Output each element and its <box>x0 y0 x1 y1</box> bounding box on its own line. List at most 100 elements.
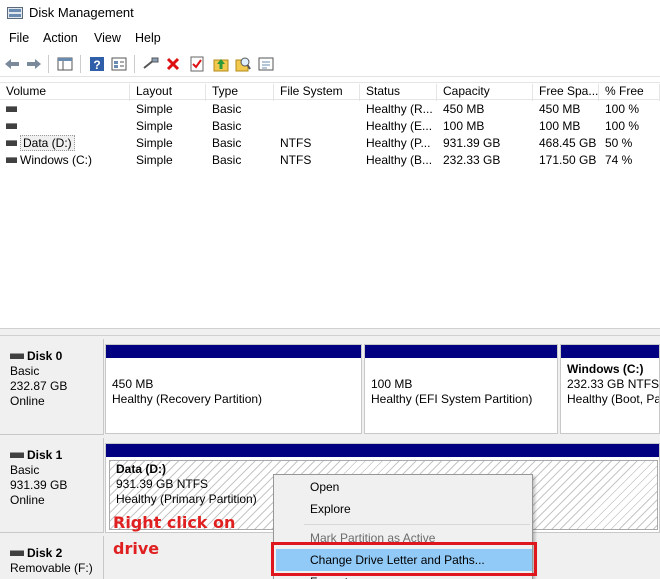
annotation-line: Right click on <box>113 513 236 532</box>
partition-efi[interactable]: 100 MB Healthy (EFI System Partition) <box>364 344 558 434</box>
status-cell: Healthy (P... <box>366 136 431 150</box>
pane-splitter[interactable] <box>0 328 660 336</box>
table-row[interactable]: Windows (C:) Simple Basic NTFS Healthy (… <box>0 152 660 169</box>
partition-status: Healthy (Boot, Pag <box>567 392 659 406</box>
type-cell: Basic <box>212 153 242 167</box>
menu-bar: File Action View Help <box>0 28 660 50</box>
menu-view[interactable]: View <box>94 31 121 45</box>
partition-status: Healthy (Recovery Partition) <box>112 392 263 406</box>
column-header-volume[interactable]: Volume <box>0 84 130 101</box>
instruction-annotation: Right click on drive <box>113 510 235 562</box>
capacity-cell: 232.33 GB <box>443 153 501 167</box>
disk-icon <box>10 549 24 556</box>
disk-size: 931.39 GB <box>10 478 68 492</box>
disk-type: Basic <box>10 463 40 477</box>
menu-item-explore[interactable]: Explore <box>276 498 532 520</box>
toolbar-separator <box>48 55 49 73</box>
free-space-cell: 468.45 GB <box>539 136 597 150</box>
status-cell: Healthy (B... <box>366 153 433 167</box>
partition-bar <box>106 444 659 457</box>
volume-icon <box>6 122 17 129</box>
disk-management-icon <box>7 7 23 19</box>
disk-name: Disk 0 <box>27 349 63 363</box>
column-header-file-system[interactable]: File System <box>274 84 360 101</box>
menu-help[interactable]: Help <box>135 31 161 45</box>
delete-icon[interactable] <box>164 55 182 73</box>
search-icon[interactable] <box>234 55 252 73</box>
help-icon[interactable]: ? <box>88 55 106 73</box>
partition-size: 232.33 GB NTFS <box>567 377 659 391</box>
column-header-percent-free[interactable]: % Free <box>599 84 660 101</box>
volume-icon <box>6 156 17 163</box>
partition-size: 450 MB <box>112 377 154 391</box>
status-cell: Healthy (E... <box>366 119 433 133</box>
capacity-cell: 931.39 GB <box>443 136 501 150</box>
volume-icon <box>6 105 17 112</box>
column-header-layout[interactable]: Layout <box>130 84 206 101</box>
disk-2-label[interactable]: Disk 2 Removable (F:) <box>0 536 104 579</box>
column-header-capacity[interactable]: Capacity <box>437 84 533 101</box>
disk-1-label[interactable]: Disk 1 Basic 931.39 GB Online <box>0 438 104 533</box>
type-cell: Basic <box>212 102 242 116</box>
back-arrow-icon[interactable] <box>3 55 21 73</box>
volume-name: Windows (C:) <box>20 153 93 167</box>
check-icon[interactable] <box>188 55 206 73</box>
type-cell: Basic <box>212 119 242 133</box>
disk-name: Disk 1 <box>27 448 63 462</box>
status-cell: Healthy (R... <box>366 102 433 116</box>
file-system-cell: NTFS <box>280 153 312 167</box>
table-row[interactable]: Data (D:) Simple Basic NTFS Healthy (P..… <box>0 135 660 152</box>
percent-free-cell: 50 % <box>605 136 633 150</box>
table-row[interactable]: Simple Basic Healthy (R... 450 MB 450 MB… <box>0 101 660 118</box>
partition-bar <box>561 345 659 358</box>
partition-bar <box>106 345 361 358</box>
title-bar: Disk Management <box>0 0 660 27</box>
table-row[interactable]: Simple Basic Healthy (E... 100 MB 100 MB… <box>0 118 660 135</box>
disk-size: 232.87 GB <box>10 379 68 393</box>
menu-separator <box>304 524 530 525</box>
volume-name: Data (D:) <box>20 135 75 151</box>
disk-name: Disk 2 <box>27 546 63 560</box>
file-system-cell <box>274 101 360 118</box>
partition-windows-c[interactable]: Windows (C:) 232.33 GB NTFS Healthy (Boo… <box>560 344 660 434</box>
percent-free-cell: 74 % <box>605 153 633 167</box>
properties-icon[interactable] <box>110 55 128 73</box>
forward-arrow-icon[interactable] <box>25 55 43 73</box>
folder-up-icon[interactable] <box>212 55 230 73</box>
type-cell: Basic <box>212 136 242 150</box>
svg-text:?: ? <box>93 58 100 72</box>
console-tree-icon[interactable] <box>56 55 74 73</box>
menu-item-open[interactable]: Open <box>276 476 532 498</box>
volume-table-header: Volume Layout Type File System Status Ca… <box>0 82 660 101</box>
capacity-cell: 100 MB <box>443 119 485 133</box>
disk-type: Removable (F:) <box>10 561 93 575</box>
free-space-cell: 450 MB <box>539 102 581 116</box>
annotation-line: drive <box>113 539 160 558</box>
partition-bar <box>365 345 557 358</box>
column-header-type[interactable]: Type <box>206 84 274 101</box>
menu-file[interactable]: File <box>9 31 29 45</box>
layout-cell: Simple <box>136 153 173 167</box>
file-system-cell <box>274 118 360 135</box>
partition-name: Windows (C:) <box>567 362 644 376</box>
partition-recovery[interactable]: 450 MB Healthy (Recovery Partition) <box>105 344 362 434</box>
menu-action[interactable]: Action <box>43 31 78 45</box>
disk-type: Basic <box>10 364 40 378</box>
disk-0-label[interactable]: Disk 0 Basic 232.87 GB Online <box>0 339 104 435</box>
highlight-box <box>271 542 537 576</box>
volume-icon <box>6 139 17 146</box>
toolbar-separator <box>80 55 81 73</box>
free-space-cell: 171.50 GB <box>539 153 597 167</box>
connect-disk-icon[interactable] <box>142 55 160 73</box>
column-header-free-space[interactable]: Free Spa... <box>533 84 599 101</box>
toolbar: ? <box>0 51 660 77</box>
disk-state: Online <box>10 493 45 507</box>
partition-size: 100 MB <box>371 377 413 391</box>
column-header-status[interactable]: Status <box>360 84 437 101</box>
percent-free-cell: 100 % <box>605 102 640 116</box>
window-title: Disk Management <box>29 5 134 20</box>
disk-state: Online <box>10 394 45 408</box>
percent-free-cell: 100 % <box>605 119 640 133</box>
toolbar-separator <box>134 55 135 73</box>
list-icon[interactable] <box>257 55 275 73</box>
